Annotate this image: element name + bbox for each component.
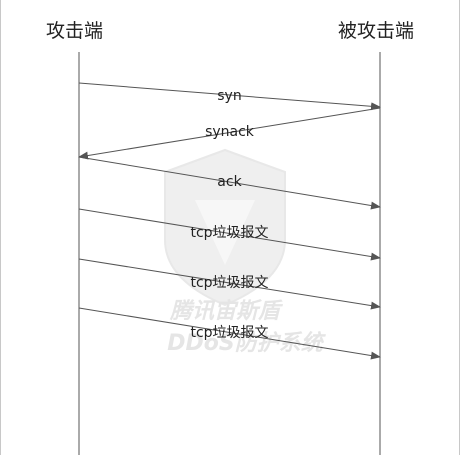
message-label-2: synack <box>205 124 255 140</box>
message-label-5: tcp垃圾报文 <box>190 275 268 291</box>
message-label-3: ack <box>217 174 242 190</box>
sequence-diagram: 腾讯宙斯盾 DDoS防护系统 synsynackacktcp垃圾报文tcp垃圾报… <box>78 52 381 455</box>
message-label-1: syn <box>217 88 241 104</box>
message-label-6: tcp垃圾报文 <box>190 325 268 341</box>
watermark-text-line1: 腾讯宙斯盾 <box>169 298 284 324</box>
message-label-4: tcp垃圾报文 <box>190 225 268 241</box>
